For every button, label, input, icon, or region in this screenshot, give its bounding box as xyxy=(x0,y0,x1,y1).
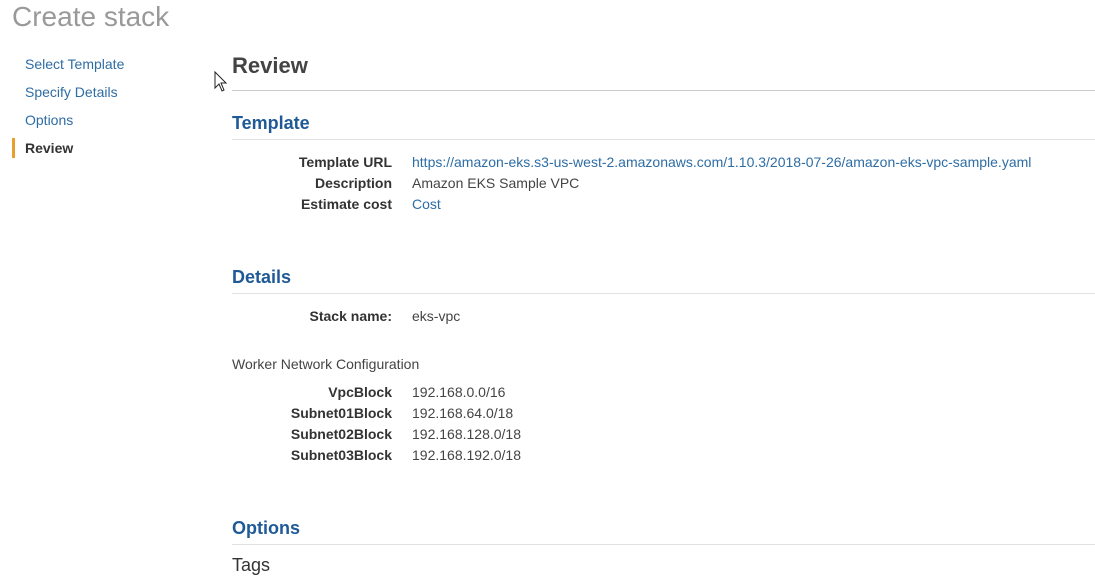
param-value: 192.168.0.0/16 xyxy=(412,384,506,400)
param-key: Subnet02Block xyxy=(290,426,392,442)
tags-heading: Tags xyxy=(232,555,271,575)
template-section: Template Template URL https://amazon-eks… xyxy=(232,111,1095,215)
nav-step-specify-details[interactable]: Specify Details xyxy=(12,80,124,108)
param-row: VpcBlock 192.168.0.0/16 xyxy=(232,382,1095,403)
description-value: Amazon EKS Sample VPC xyxy=(412,175,580,191)
page-title: Create stack xyxy=(12,1,170,32)
details-section: Details Stack name: eks-vpc Worker Netwo… xyxy=(232,265,1095,466)
review-heading: Review xyxy=(232,50,1095,91)
mouse-cursor-icon xyxy=(214,71,228,92)
wizard-steps-nav: Select Template Specify Details Options … xyxy=(12,52,124,158)
template-section-title: Template xyxy=(232,111,1095,140)
description-label: Description xyxy=(314,175,392,191)
param-key: Subnet03Block xyxy=(290,447,392,463)
param-value: 192.168.192.0/18 xyxy=(412,447,521,463)
nav-step-select-template[interactable]: Select Template xyxy=(12,52,124,80)
estimate-cost-link[interactable]: Cost xyxy=(412,194,441,215)
stack-name-label: Stack name: xyxy=(309,308,392,324)
template-url-label: Template URL xyxy=(298,154,392,170)
estimate-cost-row: Estimate cost Cost xyxy=(232,194,1095,215)
options-section: Options Tags xyxy=(232,516,1095,577)
param-value: 192.168.64.0/18 xyxy=(412,405,514,421)
options-section-title: Options xyxy=(232,516,1095,545)
param-row: Subnet03Block 192.168.192.0/18 xyxy=(232,445,1095,466)
param-row: Subnet02Block 192.168.128.0/18 xyxy=(232,424,1095,445)
nav-step-options[interactable]: Options xyxy=(12,108,124,136)
template-url-row: Template URL https://amazon-eks.s3-us-we… xyxy=(232,152,1095,173)
param-key: VpcBlock xyxy=(328,384,392,400)
param-row: Subnet01Block 192.168.64.0/18 xyxy=(232,403,1095,424)
stack-name-value: eks-vpc xyxy=(412,308,461,324)
review-panel: Review Template Template URL https://ama… xyxy=(232,50,1095,577)
estimate-cost-label: Estimate cost xyxy=(300,196,392,212)
param-key: Subnet01Block xyxy=(290,405,392,421)
description-row: Description Amazon EKS Sample VPC xyxy=(232,173,1095,194)
stack-name-row: Stack name: eks-vpc xyxy=(232,306,1095,327)
details-section-title: Details xyxy=(232,265,1095,294)
template-url-link[interactable]: https://amazon-eks.s3-us-west-2.amazonaw… xyxy=(412,152,1031,173)
worker-network-config-heading: Worker Network Configuration xyxy=(232,356,420,372)
nav-step-review[interactable]: Review xyxy=(12,138,124,158)
param-value: 192.168.128.0/18 xyxy=(412,426,521,442)
